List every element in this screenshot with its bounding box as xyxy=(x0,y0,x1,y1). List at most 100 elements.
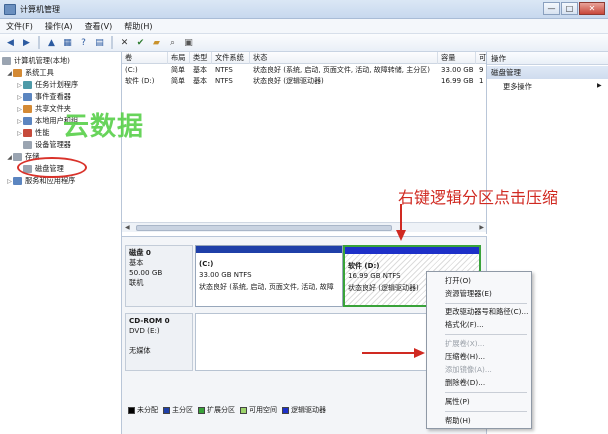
menu-item-properties[interactable]: 属性(P) xyxy=(427,396,531,408)
column-header-capacity[interactable]: 容量 xyxy=(438,52,476,64)
scrollbar-thumb[interactable] xyxy=(136,225,392,231)
legend-primary: 主分区 xyxy=(172,406,193,414)
highlight-circle xyxy=(17,157,87,178)
menu-item-change-drive-letter[interactable]: 更改驱动器号和路径(C)... xyxy=(427,306,531,318)
cdrom-status: 无媒体 xyxy=(129,346,151,355)
check-icon[interactable]: ✔ xyxy=(134,36,147,49)
cell-type: 基本 xyxy=(193,66,207,74)
toolbar-separator xyxy=(38,36,40,49)
clock-icon xyxy=(23,81,32,89)
toolbar: ◀ ▶ ▲ ▦ ? ▤ ✕ ✔ ▰ ⌕ ▣ xyxy=(0,34,608,52)
expand-icon[interactable]: ▷ xyxy=(16,94,23,101)
annotation-text: 右键逻辑分区点击压缩 xyxy=(398,188,559,207)
menu-action[interactable]: 操作(A) xyxy=(45,21,73,32)
menu-item-delete-volume[interactable]: 删除卷(D)... xyxy=(427,377,531,389)
column-header-free[interactable]: 可 xyxy=(476,52,486,64)
column-header-layout[interactable]: 布局 xyxy=(168,52,190,64)
volume-list-header: 卷 布局 类型 文件系统 状态 容量 可 xyxy=(122,52,486,64)
tree-item-label: 任务计划程序 xyxy=(35,80,79,89)
expand-icon[interactable]: ▷ xyxy=(16,118,23,125)
computer-icon xyxy=(2,57,11,65)
cell-filesystem: NTFS xyxy=(215,77,233,85)
forward-icon[interactable]: ▶ xyxy=(20,36,33,49)
column-header-status[interactable]: 状态 xyxy=(250,52,438,64)
table-row[interactable]: (C:) 简单 基本 NTFS 状态良好 (系统, 启动, 页面文件, 活动, … xyxy=(122,65,486,76)
computer-management-icon xyxy=(4,3,16,15)
more-actions-arrow-icon[interactable]: ▶ xyxy=(597,82,602,89)
tree-item-root[interactable]: 计算机管理(本地) xyxy=(2,55,70,67)
watermark: 云数据 xyxy=(63,112,145,142)
tools-icon xyxy=(13,69,22,77)
collapse-icon[interactable]: ◢ xyxy=(6,70,13,77)
tree-item-system-tools[interactable]: ◢ 系统工具 xyxy=(6,67,54,79)
scroll-left-icon[interactable]: ◀ xyxy=(125,224,130,231)
expand-icon[interactable]: ▷ xyxy=(16,130,23,137)
services-icon xyxy=(13,177,22,185)
cdrom-device: DVD (E:) xyxy=(129,326,160,335)
delete-icon[interactable]: ✕ xyxy=(118,36,131,49)
column-header-volume[interactable]: 卷 xyxy=(122,52,168,64)
tree-item-event-viewer[interactable]: ▷ 事件查看器 xyxy=(16,91,71,103)
menu-item-open[interactable]: 打开(O) xyxy=(427,275,531,287)
cell-type: 基本 xyxy=(193,77,207,85)
partition-c-label: (C:) xyxy=(199,260,214,268)
menu-help[interactable]: 帮助(H) xyxy=(124,21,152,32)
menu-view[interactable]: 查看(V) xyxy=(85,21,113,32)
expand-icon[interactable]: ▷ xyxy=(16,82,23,89)
cell-layout: 简单 xyxy=(171,66,185,74)
column-header-filesystem[interactable]: 文件系统 xyxy=(212,52,250,64)
menu-separator xyxy=(445,303,527,304)
folder-icon xyxy=(23,105,32,113)
tree-item-task-scheduler[interactable]: ▷ 任务计划程序 xyxy=(16,79,78,91)
window-title: 计算机管理 xyxy=(20,4,60,14)
disk-0-type: 基本 xyxy=(129,258,144,267)
disk-0-info[interactable]: 磁盘 0 基本 50.00 GB 联机 xyxy=(125,245,193,307)
partition-c[interactable]: (C:) 33.00 GB NTFS 状态良好 (系统, 启动, 页面文件, 活… xyxy=(195,245,343,307)
up-folder-icon[interactable]: ▲ xyxy=(45,36,58,49)
expand-icon[interactable]: ▷ xyxy=(16,106,23,113)
cell-status: 状态良好 (逻辑驱动器) xyxy=(253,77,324,85)
search-icon[interactable]: ⌕ xyxy=(166,36,179,49)
menu-item-shrink-volume[interactable]: 压缩卷(H)... xyxy=(427,351,531,363)
cell-volume: (C:) xyxy=(125,66,138,74)
properties-icon[interactable]: ▤ xyxy=(93,36,106,49)
logical-drive-bar xyxy=(345,247,479,254)
close-button[interactable]: ✕ xyxy=(579,2,605,15)
cell-capacity: 33.00 GB xyxy=(441,66,474,74)
legend-swatch-free xyxy=(240,406,247,414)
legend-unallocated: 未分配 xyxy=(137,406,158,414)
tree-item-label: 计算机管理(本地) xyxy=(14,56,70,65)
actions-header: 操作 xyxy=(487,52,608,65)
maximize-button[interactable]: □ xyxy=(561,2,578,15)
minimize-button[interactable]: — xyxy=(543,2,560,15)
title-bar: 计算机管理 — □ ✕ xyxy=(0,0,608,19)
cell-free: 9 xyxy=(479,66,484,74)
menu-bar: 文件(F) 操作(A) 查看(V) 帮助(H) xyxy=(0,19,608,34)
cdrom-0-info[interactable]: CD-ROM 0 DVD (E:) 无媒体 xyxy=(125,313,193,371)
menu-item-help[interactable]: 帮助(H) xyxy=(427,415,531,427)
open-folder-icon[interactable]: ▰ xyxy=(150,36,163,49)
tree-item-performance[interactable]: ▷ 性能 xyxy=(16,127,49,139)
actions-section-disk-management[interactable]: 磁盘管理 xyxy=(487,66,608,79)
disk-icon[interactable]: ▣ xyxy=(182,36,195,49)
menu-item-explore[interactable]: 资源管理器(E) xyxy=(427,288,531,300)
horizontal-scrollbar[interactable]: ◀ ▶ xyxy=(122,222,486,232)
more-actions-link[interactable]: 更多操作 xyxy=(503,82,532,92)
column-header-type[interactable]: 类型 xyxy=(190,52,212,64)
legend-swatch-unallocated xyxy=(128,406,135,414)
menu-item-format[interactable]: 格式化(F)... xyxy=(427,319,531,331)
menu-file[interactable]: 文件(F) xyxy=(6,21,33,32)
show-tree-icon[interactable]: ▦ xyxy=(61,36,74,49)
scroll-right-icon[interactable]: ▶ xyxy=(479,224,484,231)
partition-d-status: 状态良好 (逻辑驱动器) xyxy=(348,284,419,292)
collapse-icon[interactable]: ◢ xyxy=(6,154,13,161)
legend: 未分配 主分区 扩展分区 可用空间 逻辑驱动器 xyxy=(125,405,326,415)
expand-icon[interactable]: ▷ xyxy=(6,178,13,185)
menu-item-extend-volume: 扩展卷(X)... xyxy=(445,339,485,348)
menu-item-add-mirror: 添加镜像(A)... xyxy=(445,365,492,374)
table-row[interactable]: 软件 (D:) 简单 基本 NTFS 状态良好 (逻辑驱动器) 16.99 GB… xyxy=(122,76,486,87)
back-icon[interactable]: ◀ xyxy=(4,36,17,49)
cell-layout: 简单 xyxy=(171,77,185,85)
disk-0-status: 联机 xyxy=(129,278,144,287)
help-icon[interactable]: ? xyxy=(77,36,90,49)
